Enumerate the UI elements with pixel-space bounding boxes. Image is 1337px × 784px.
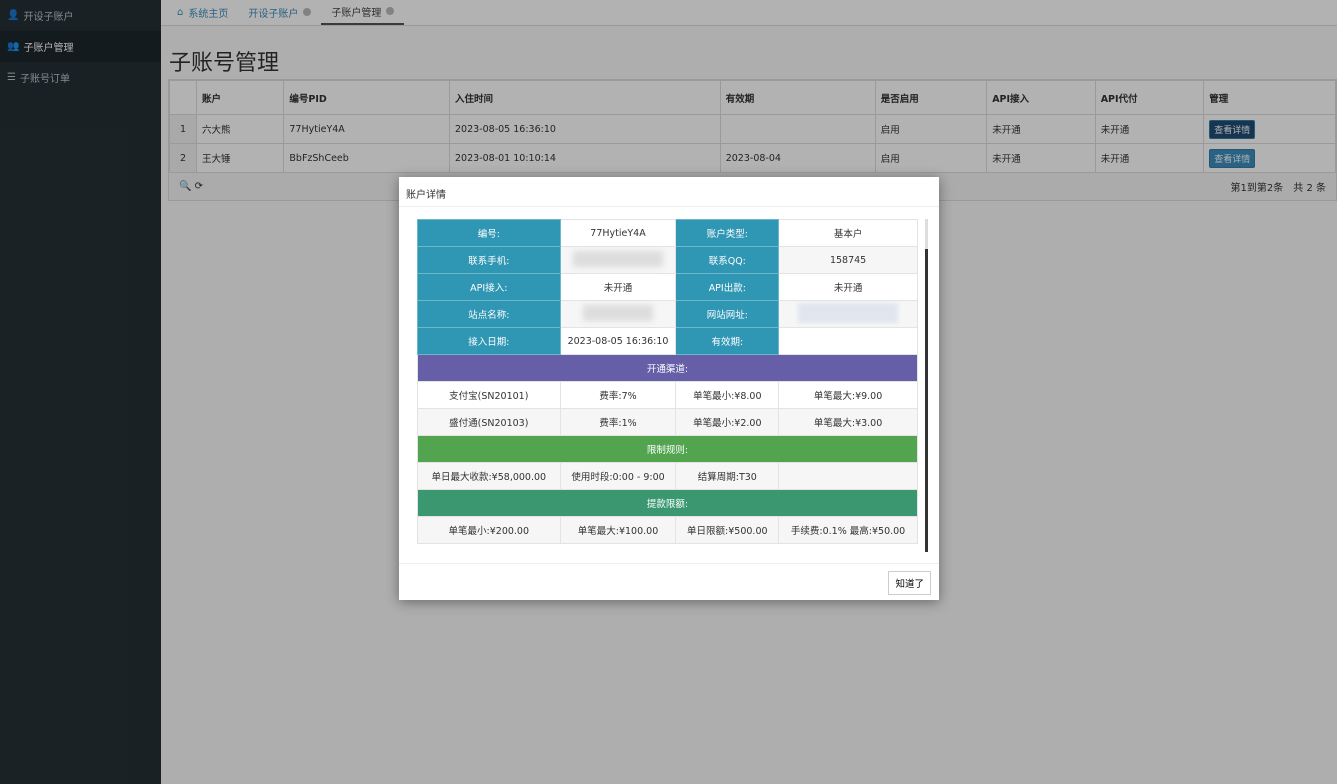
value-api-in: 未开通 (559, 273, 677, 301)
label-api-in: API接入: (417, 273, 561, 301)
value-id: 77HytieY4A (559, 219, 677, 247)
channel-min: 单笔最小:¥2.00 (675, 408, 780, 436)
limit-empty (778, 462, 918, 490)
label-account-type: 账户类型: (675, 219, 780, 247)
label-join-date: 接入日期: (417, 327, 561, 355)
value-site-url-redacted (778, 300, 918, 328)
label-valid: 有效期: (675, 327, 780, 355)
channel-name: 盛付通(SN20103) (417, 408, 561, 436)
channel-row: 盛付通(SN20103) 费率:1% 单笔最小:¥2.00 单笔最大:¥3.00 (417, 408, 918, 436)
channel-min: 单笔最小:¥8.00 (675, 381, 780, 409)
value-api-out: 未开通 (778, 273, 918, 301)
section-header: 提款限额: (417, 489, 918, 517)
info-row: API接入: 未开通 API出款: 未开通 (417, 273, 918, 301)
label-id: 编号: (417, 219, 561, 247)
channel-max: 单笔最大:¥3.00 (778, 408, 918, 436)
info-row: 接入日期: 2023-08-05 16:36:10 有效期: (417, 327, 918, 355)
value-phone-redacted (559, 246, 677, 274)
section-header: 限制规则: (417, 435, 918, 463)
info-row: 联系手机: 联系QQ: 158745 (417, 246, 918, 274)
limit-time: 使用时段:0:00 - 9:00 (559, 462, 677, 490)
channel-rate: 费率:7% (559, 381, 677, 409)
modal-scrollbar[interactable] (925, 219, 928, 552)
withdraw-min: 单笔最小:¥200.00 (417, 516, 561, 544)
channel-row: 支付宝(SN20101) 费率:7% 单笔最小:¥8.00 单笔最大:¥9.00 (417, 381, 918, 409)
channel-rate: 费率:1% (559, 408, 677, 436)
account-details-modal: 账户详情 编号: 77HytieY4A 账户类型: 基本户 联系手机: 联系QQ: 158… (399, 177, 939, 600)
withdraw-fee: 手续费:0.1% 最高:¥50.00 (778, 516, 918, 544)
section-header: 开通渠道: (417, 354, 918, 382)
label-phone: 联系手机: (417, 246, 561, 274)
value-site-name-redacted (559, 300, 677, 328)
label-api-out: API出款: (675, 273, 780, 301)
withdraw-daily: 单日限额:¥500.00 (675, 516, 780, 544)
limits-header: 限制规则: (417, 435, 918, 463)
value-join-date: 2023-08-05 16:36:10 (559, 327, 677, 355)
value-account-type: 基本户 (778, 219, 918, 247)
channels-header: 开通渠道: (417, 354, 918, 382)
limits-row: 单日最大收款:¥58,000.00 使用时段:0:00 - 9:00 结算周期:T3… (417, 462, 918, 490)
value-valid (778, 327, 918, 355)
value-qq: 158745 (778, 246, 918, 274)
label-qq: 联系QQ: (675, 246, 780, 274)
channel-name: 支付宝(SN20101) (417, 381, 561, 409)
info-row: 站点名称: 网站网址: (417, 300, 918, 328)
label-site-url: 网站网址: (675, 300, 780, 328)
withdraw-header: 提款限额: (417, 489, 918, 517)
withdraw-max: 单笔最大:¥100.00 (559, 516, 677, 544)
ok-button[interactable]: 知道了 (888, 571, 931, 595)
channel-max: 单笔最大:¥9.00 (778, 381, 918, 409)
limit-settlement: 结算周期:T30 (675, 462, 780, 490)
modal-footer: 知道了 (399, 563, 939, 600)
account-detail-table: 编号: 77HytieY4A 账户类型: 基本户 联系手机: 联系QQ: 158745 A… (417, 219, 918, 544)
label-site-name: 站点名称: (417, 300, 561, 328)
modal-body: 编号: 77HytieY4A 账户类型: 基本户 联系手机: 联系QQ: 158745 A… (417, 219, 918, 545)
modal-title: 账户详情 (399, 177, 939, 207)
withdraw-row: 单笔最小:¥200.00 单笔最大:¥100.00 单日限额:¥500.00 手续费:… (417, 516, 918, 544)
limit-daily-max: 单日最大收款:¥58,000.00 (417, 462, 561, 490)
info-row: 编号: 77HytieY4A 账户类型: 基本户 (417, 219, 918, 247)
